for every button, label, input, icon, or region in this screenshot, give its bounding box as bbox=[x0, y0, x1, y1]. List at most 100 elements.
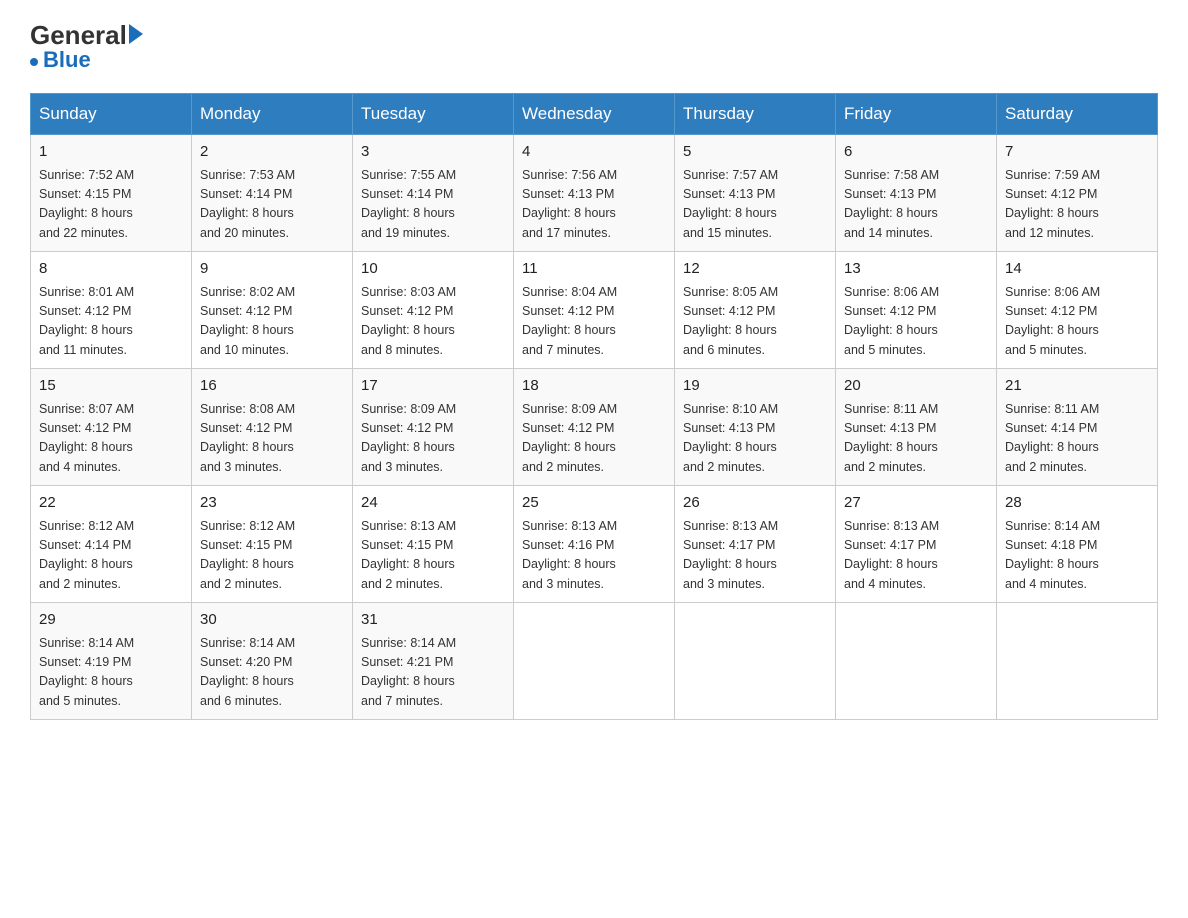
day-number: 2 bbox=[200, 141, 344, 164]
day-number: 21 bbox=[1005, 375, 1149, 398]
calendar-cell: 29Sunrise: 8:14 AMSunset: 4:19 PMDayligh… bbox=[31, 603, 192, 720]
day-info: Sunrise: 7:55 AMSunset: 4:14 PMDaylight:… bbox=[361, 166, 505, 244]
calendar-cell: 8Sunrise: 8:01 AMSunset: 4:12 PMDaylight… bbox=[31, 252, 192, 369]
day-number: 9 bbox=[200, 258, 344, 281]
day-number: 3 bbox=[361, 141, 505, 164]
day-number: 26 bbox=[683, 492, 827, 515]
day-number: 12 bbox=[683, 258, 827, 281]
day-info: Sunrise: 7:58 AMSunset: 4:13 PMDaylight:… bbox=[844, 166, 988, 244]
day-info: Sunrise: 8:14 AMSunset: 4:20 PMDaylight:… bbox=[200, 634, 344, 712]
day-number: 15 bbox=[39, 375, 183, 398]
day-info: Sunrise: 8:02 AMSunset: 4:12 PMDaylight:… bbox=[200, 283, 344, 361]
day-info: Sunrise: 8:11 AMSunset: 4:14 PMDaylight:… bbox=[1005, 400, 1149, 478]
day-info: Sunrise: 8:13 AMSunset: 4:17 PMDaylight:… bbox=[844, 517, 988, 595]
day-number: 27 bbox=[844, 492, 988, 515]
day-number: 17 bbox=[361, 375, 505, 398]
day-number: 30 bbox=[200, 609, 344, 632]
calendar-table: SundayMondayTuesdayWednesdayThursdayFrid… bbox=[30, 93, 1158, 720]
day-info: Sunrise: 8:12 AMSunset: 4:15 PMDaylight:… bbox=[200, 517, 344, 595]
calendar-week-row: 22Sunrise: 8:12 AMSunset: 4:14 PMDayligh… bbox=[31, 486, 1158, 603]
calendar-cell bbox=[997, 603, 1158, 720]
day-number: 31 bbox=[361, 609, 505, 632]
day-number: 8 bbox=[39, 258, 183, 281]
day-number: 22 bbox=[39, 492, 183, 515]
day-number: 6 bbox=[844, 141, 988, 164]
calendar-week-row: 8Sunrise: 8:01 AMSunset: 4:12 PMDaylight… bbox=[31, 252, 1158, 369]
calendar-cell: 30Sunrise: 8:14 AMSunset: 4:20 PMDayligh… bbox=[192, 603, 353, 720]
calendar-cell: 2Sunrise: 7:53 AMSunset: 4:14 PMDaylight… bbox=[192, 135, 353, 252]
col-header-tuesday: Tuesday bbox=[353, 94, 514, 135]
calendar-cell: 12Sunrise: 8:05 AMSunset: 4:12 PMDayligh… bbox=[675, 252, 836, 369]
day-number: 4 bbox=[522, 141, 666, 164]
day-number: 1 bbox=[39, 141, 183, 164]
day-info: Sunrise: 8:12 AMSunset: 4:14 PMDaylight:… bbox=[39, 517, 183, 595]
day-number: 18 bbox=[522, 375, 666, 398]
day-info: Sunrise: 8:03 AMSunset: 4:12 PMDaylight:… bbox=[361, 283, 505, 361]
day-number: 19 bbox=[683, 375, 827, 398]
day-info: Sunrise: 8:04 AMSunset: 4:12 PMDaylight:… bbox=[522, 283, 666, 361]
col-header-thursday: Thursday bbox=[675, 94, 836, 135]
calendar-cell bbox=[836, 603, 997, 720]
day-info: Sunrise: 7:56 AMSunset: 4:13 PMDaylight:… bbox=[522, 166, 666, 244]
col-header-wednesday: Wednesday bbox=[514, 94, 675, 135]
col-header-friday: Friday bbox=[836, 94, 997, 135]
day-info: Sunrise: 8:06 AMSunset: 4:12 PMDaylight:… bbox=[844, 283, 988, 361]
day-number: 11 bbox=[522, 258, 666, 281]
calendar-cell: 17Sunrise: 8:09 AMSunset: 4:12 PMDayligh… bbox=[353, 369, 514, 486]
calendar-cell bbox=[675, 603, 836, 720]
col-header-monday: Monday bbox=[192, 94, 353, 135]
day-number: 10 bbox=[361, 258, 505, 281]
calendar-cell: 16Sunrise: 8:08 AMSunset: 4:12 PMDayligh… bbox=[192, 369, 353, 486]
logo: General Blue bbox=[30, 20, 143, 73]
day-info: Sunrise: 7:52 AMSunset: 4:15 PMDaylight:… bbox=[39, 166, 183, 244]
day-number: 25 bbox=[522, 492, 666, 515]
calendar-week-row: 29Sunrise: 8:14 AMSunset: 4:19 PMDayligh… bbox=[31, 603, 1158, 720]
day-info: Sunrise: 8:07 AMSunset: 4:12 PMDaylight:… bbox=[39, 400, 183, 478]
day-info: Sunrise: 8:09 AMSunset: 4:12 PMDaylight:… bbox=[522, 400, 666, 478]
day-info: Sunrise: 8:01 AMSunset: 4:12 PMDaylight:… bbox=[39, 283, 183, 361]
day-info: Sunrise: 8:08 AMSunset: 4:12 PMDaylight:… bbox=[200, 400, 344, 478]
calendar-cell: 6Sunrise: 7:58 AMSunset: 4:13 PMDaylight… bbox=[836, 135, 997, 252]
page-header: General Blue bbox=[30, 20, 1158, 73]
calendar-cell: 18Sunrise: 8:09 AMSunset: 4:12 PMDayligh… bbox=[514, 369, 675, 486]
day-info: Sunrise: 8:06 AMSunset: 4:12 PMDaylight:… bbox=[1005, 283, 1149, 361]
calendar-cell: 10Sunrise: 8:03 AMSunset: 4:12 PMDayligh… bbox=[353, 252, 514, 369]
day-number: 7 bbox=[1005, 141, 1149, 164]
calendar-cell: 14Sunrise: 8:06 AMSunset: 4:12 PMDayligh… bbox=[997, 252, 1158, 369]
day-number: 23 bbox=[200, 492, 344, 515]
day-number: 14 bbox=[1005, 258, 1149, 281]
day-number: 28 bbox=[1005, 492, 1149, 515]
day-number: 29 bbox=[39, 609, 183, 632]
calendar-cell: 28Sunrise: 8:14 AMSunset: 4:18 PMDayligh… bbox=[997, 486, 1158, 603]
day-info: Sunrise: 8:13 AMSunset: 4:16 PMDaylight:… bbox=[522, 517, 666, 595]
calendar-cell: 26Sunrise: 8:13 AMSunset: 4:17 PMDayligh… bbox=[675, 486, 836, 603]
day-info: Sunrise: 8:11 AMSunset: 4:13 PMDaylight:… bbox=[844, 400, 988, 478]
calendar-header-row: SundayMondayTuesdayWednesdayThursdayFrid… bbox=[31, 94, 1158, 135]
day-number: 5 bbox=[683, 141, 827, 164]
calendar-cell: 13Sunrise: 8:06 AMSunset: 4:12 PMDayligh… bbox=[836, 252, 997, 369]
day-info: Sunrise: 8:13 AMSunset: 4:15 PMDaylight:… bbox=[361, 517, 505, 595]
day-info: Sunrise: 8:14 AMSunset: 4:21 PMDaylight:… bbox=[361, 634, 505, 712]
day-info: Sunrise: 8:10 AMSunset: 4:13 PMDaylight:… bbox=[683, 400, 827, 478]
calendar-cell: 3Sunrise: 7:55 AMSunset: 4:14 PMDaylight… bbox=[353, 135, 514, 252]
calendar-cell: 20Sunrise: 8:11 AMSunset: 4:13 PMDayligh… bbox=[836, 369, 997, 486]
calendar-cell: 24Sunrise: 8:13 AMSunset: 4:15 PMDayligh… bbox=[353, 486, 514, 603]
col-header-sunday: Sunday bbox=[31, 94, 192, 135]
day-info: Sunrise: 8:09 AMSunset: 4:12 PMDaylight:… bbox=[361, 400, 505, 478]
calendar-cell: 22Sunrise: 8:12 AMSunset: 4:14 PMDayligh… bbox=[31, 486, 192, 603]
calendar-week-row: 15Sunrise: 8:07 AMSunset: 4:12 PMDayligh… bbox=[31, 369, 1158, 486]
calendar-cell: 23Sunrise: 8:12 AMSunset: 4:15 PMDayligh… bbox=[192, 486, 353, 603]
logo-blue-text: Blue bbox=[43, 47, 91, 73]
col-header-saturday: Saturday bbox=[997, 94, 1158, 135]
calendar-cell: 5Sunrise: 7:57 AMSunset: 4:13 PMDaylight… bbox=[675, 135, 836, 252]
day-info: Sunrise: 8:14 AMSunset: 4:19 PMDaylight:… bbox=[39, 634, 183, 712]
calendar-cell bbox=[514, 603, 675, 720]
day-info: Sunrise: 8:13 AMSunset: 4:17 PMDaylight:… bbox=[683, 517, 827, 595]
calendar-cell: 19Sunrise: 8:10 AMSunset: 4:13 PMDayligh… bbox=[675, 369, 836, 486]
day-number: 13 bbox=[844, 258, 988, 281]
calendar-week-row: 1Sunrise: 7:52 AMSunset: 4:15 PMDaylight… bbox=[31, 135, 1158, 252]
day-info: Sunrise: 8:14 AMSunset: 4:18 PMDaylight:… bbox=[1005, 517, 1149, 595]
calendar-cell: 31Sunrise: 8:14 AMSunset: 4:21 PMDayligh… bbox=[353, 603, 514, 720]
calendar-cell: 7Sunrise: 7:59 AMSunset: 4:12 PMDaylight… bbox=[997, 135, 1158, 252]
day-info: Sunrise: 7:59 AMSunset: 4:12 PMDaylight:… bbox=[1005, 166, 1149, 244]
